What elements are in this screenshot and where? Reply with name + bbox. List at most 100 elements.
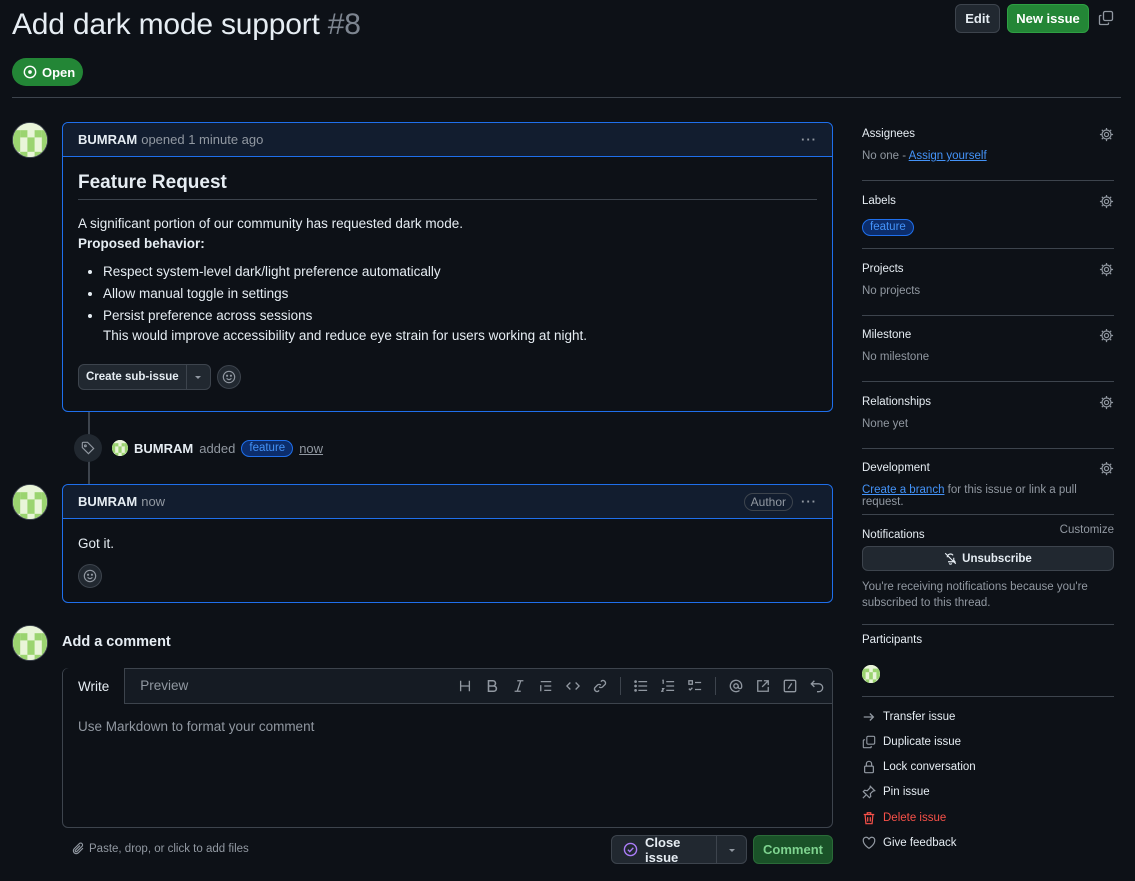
sidebar-development: Development Create a branch for this iss… bbox=[862, 460, 1114, 508]
comment-author[interactable]: BUMRAM bbox=[78, 494, 137, 509]
issue-body-comment: BUMRAM opened 1 minute ago ··· Feature R… bbox=[62, 122, 833, 412]
lock-conversation-action[interactable]: Lock conversation bbox=[862, 760, 976, 774]
sidebar-relationships: Relationships None yet bbox=[862, 394, 1114, 430]
create-sub-issue-label[interactable]: Create sub-issue bbox=[79, 365, 187, 389]
sidebar-heading: Projects bbox=[862, 261, 1114, 277]
closing-text: This would improve accessibility and red… bbox=[103, 328, 587, 343]
delete-issue-action[interactable]: Delete issue bbox=[862, 811, 946, 825]
label-event: BUMRAM added feature now bbox=[74, 434, 323, 462]
transfer-issue-action[interactable]: Transfer issue bbox=[862, 710, 955, 724]
list-item: Persist preference across sessions This w… bbox=[103, 306, 817, 346]
gear-icon[interactable] bbox=[1099, 194, 1114, 209]
kebab-menu-icon[interactable]: ··· bbox=[801, 494, 817, 509]
new-issue-button[interactable]: New issue bbox=[1007, 4, 1089, 33]
tag-icon bbox=[74, 434, 102, 462]
sidebar-heading: Relationships bbox=[862, 394, 1114, 410]
heading-icon[interactable] bbox=[458, 679, 472, 693]
event-time[interactable]: now bbox=[299, 441, 323, 456]
avatar[interactable] bbox=[12, 484, 48, 520]
avatar[interactable] bbox=[112, 440, 128, 456]
give-feedback-label: Give feedback bbox=[883, 837, 957, 849]
avatar[interactable] bbox=[12, 625, 48, 661]
quote-icon[interactable] bbox=[539, 679, 553, 693]
close-issue-main[interactable]: Close issue bbox=[612, 836, 717, 863]
label-pill[interactable]: feature bbox=[862, 218, 914, 236]
close-issue-button[interactable]: Close issue bbox=[611, 835, 747, 864]
triangle-down-icon[interactable] bbox=[187, 365, 210, 389]
unsubscribe-button[interactable]: Unsubscribe bbox=[862, 546, 1114, 571]
sidebar-milestone: Milestone No milestone bbox=[862, 327, 1114, 363]
task-list-icon[interactable] bbox=[688, 679, 702, 693]
sidebar-assignees-title: Assignees bbox=[862, 128, 916, 140]
projects-value: No projects bbox=[862, 285, 921, 297]
undo-icon[interactable] bbox=[810, 679, 824, 693]
link-icon[interactable] bbox=[593, 679, 607, 693]
comment-body: Feature Request A significant portion of… bbox=[63, 157, 832, 405]
give-feedback-action[interactable]: Give feedback bbox=[862, 836, 957, 850]
sidebar-divider bbox=[862, 381, 1114, 382]
sidebar-labels-title: Labels bbox=[862, 195, 896, 207]
milestone-value: No milestone bbox=[862, 351, 930, 363]
cross-reference-icon[interactable] bbox=[756, 679, 770, 693]
lock-conversation-label: Lock conversation bbox=[883, 761, 976, 773]
sidebar-notifications-title: Notifications bbox=[862, 529, 925, 541]
event-author[interactable]: BUMRAM bbox=[134, 441, 193, 456]
create-sub-issue-button[interactable]: Create sub-issue bbox=[78, 364, 211, 390]
smiley-icon[interactable] bbox=[216, 365, 241, 389]
kebab-menu-icon[interactable]: ··· bbox=[801, 132, 817, 147]
code-icon[interactable] bbox=[566, 679, 580, 693]
list-item: Respect system-level dark/light preferen… bbox=[103, 262, 817, 282]
status-label: Open bbox=[42, 64, 76, 80]
avatar[interactable] bbox=[862, 665, 880, 683]
comment-time[interactable]: now bbox=[141, 494, 165, 509]
assignees-text: No one - bbox=[862, 150, 909, 162]
create-branch-link[interactable]: Create a branch bbox=[862, 484, 944, 496]
unordered-list-icon[interactable] bbox=[634, 679, 648, 693]
tab-write[interactable]: Write bbox=[63, 668, 126, 704]
ordered-list-icon[interactable] bbox=[661, 679, 675, 693]
gear-icon[interactable] bbox=[1099, 395, 1114, 410]
comment-textarea[interactable]: Use Markdown to format your comment bbox=[63, 704, 832, 749]
editor-tabs: Write Preview bbox=[63, 668, 832, 704]
edit-button[interactable]: Edit bbox=[955, 4, 1000, 33]
comment-heading: Feature Request bbox=[78, 173, 817, 200]
list-item: Allow manual toggle in settings bbox=[103, 284, 817, 304]
bold-icon[interactable] bbox=[485, 679, 499, 693]
gear-icon[interactable] bbox=[1099, 262, 1114, 277]
sidebar-divider bbox=[862, 624, 1114, 625]
comment-button[interactable]: Comment bbox=[753, 835, 833, 864]
copy-link-icon[interactable] bbox=[1098, 10, 1114, 26]
gear-icon[interactable] bbox=[1099, 328, 1114, 343]
customize-link[interactable]: Customize bbox=[1060, 524, 1114, 536]
pin-issue-action[interactable]: Pin issue bbox=[862, 785, 930, 799]
attach-hint: Paste, drop, or click to add files bbox=[89, 842, 249, 855]
sidebar-notifications: Notifications Customize Unsubscribe You'r… bbox=[862, 524, 1114, 611]
label-pill[interactable]: feature bbox=[241, 439, 294, 457]
slash-command-icon[interactable] bbox=[783, 679, 797, 693]
list-item-text: Persist preference across sessions bbox=[103, 308, 313, 323]
gear-icon[interactable] bbox=[1099, 127, 1114, 142]
sidebar-heading: Notifications Customize bbox=[862, 524, 1114, 541]
sidebar-divider bbox=[862, 180, 1114, 181]
trash-icon bbox=[862, 811, 876, 825]
comment-meta: opened 1 minute ago bbox=[141, 132, 264, 147]
tab-preview[interactable]: Preview bbox=[125, 668, 203, 703]
gear-icon[interactable] bbox=[1099, 461, 1114, 476]
arrow-right-icon bbox=[862, 710, 876, 724]
comment-author[interactable]: BUMRAM bbox=[78, 132, 137, 147]
development-value: Create a branch for this issue or link a… bbox=[862, 484, 1114, 508]
notifications-note-line: subscribed to this thread. bbox=[862, 597, 991, 609]
assignees-value: No one - Assign yourself bbox=[862, 150, 1114, 162]
attach-files[interactable]: Paste, drop, or click to add files bbox=[72, 842, 249, 855]
pin-issue-label: Pin issue bbox=[883, 786, 930, 798]
smiley-icon[interactable] bbox=[78, 564, 102, 588]
avatar[interactable] bbox=[12, 122, 48, 158]
duplicate-issue-action[interactable]: Duplicate issue bbox=[862, 735, 961, 749]
italic-icon[interactable] bbox=[512, 679, 526, 693]
delete-issue-label: Delete issue bbox=[883, 812, 947, 824]
assign-yourself-link[interactable]: Assign yourself bbox=[909, 150, 987, 162]
duplicate-issue-label: Duplicate issue bbox=[883, 736, 961, 748]
mention-icon[interactable] bbox=[729, 679, 743, 693]
issue-title-text: Add dark mode support bbox=[12, 8, 320, 41]
triangle-down-icon[interactable] bbox=[717, 836, 746, 863]
